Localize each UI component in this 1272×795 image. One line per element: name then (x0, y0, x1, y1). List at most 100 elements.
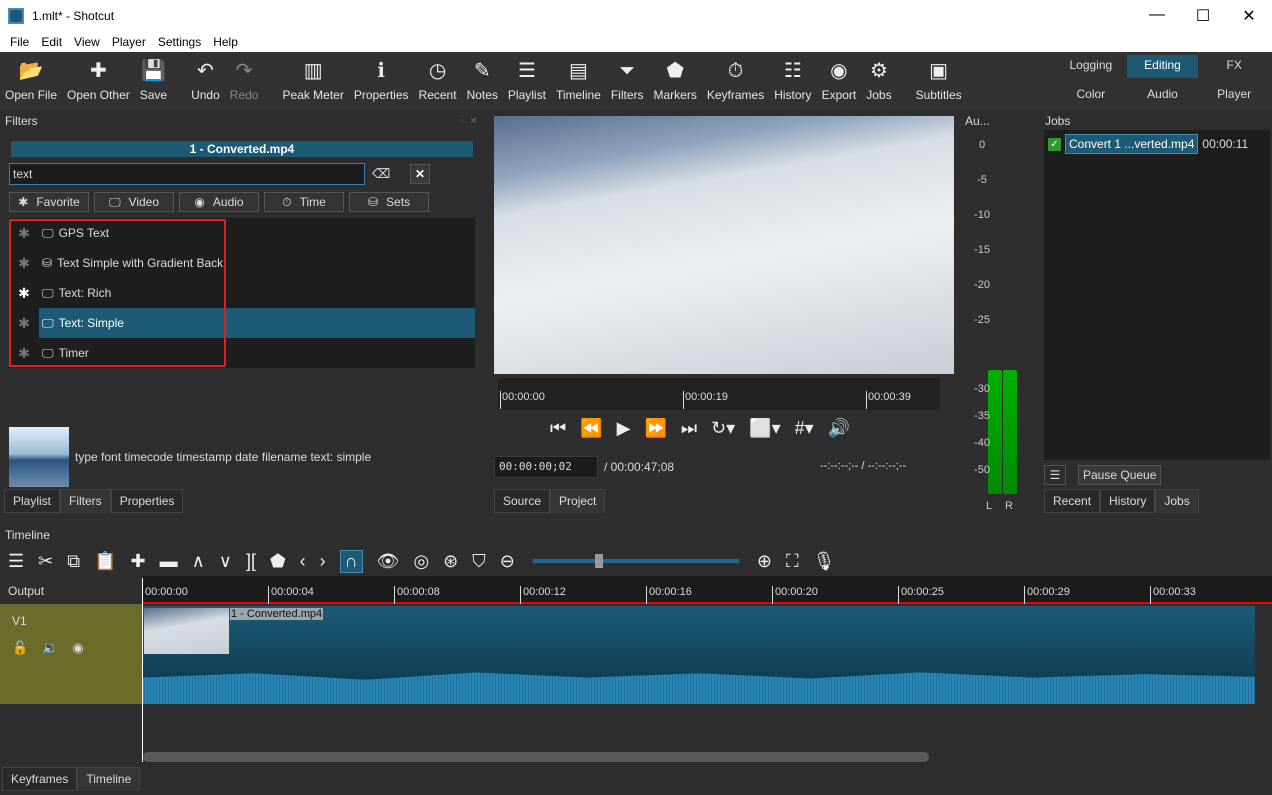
filter-item[interactable]: ✱ 🖵 Text: Simple (9, 308, 475, 338)
category-audio[interactable]: ◉ Audio (179, 192, 259, 212)
menu-player[interactable]: Player (106, 35, 152, 49)
layout-editing[interactable]: Editing (1126, 55, 1199, 78)
paste-icon[interactable]: 📋 (94, 551, 116, 572)
menu-settings[interactable]: Settings (152, 35, 207, 49)
copy-icon[interactable]: ⧉ (67, 551, 80, 572)
timeline-button[interactable]: ▤ Timeline (551, 58, 606, 102)
zoom-out-icon[interactable]: ⊖ (500, 551, 515, 572)
minimize-button[interactable]: — (1134, 6, 1180, 26)
layout-player[interactable]: Player (1198, 84, 1270, 107)
recent-button[interactable]: ◷ Recent (414, 58, 462, 102)
keyframes-button[interactable]: ⏱ Keyframes (702, 58, 769, 102)
ripple-all-icon[interactable]: ⊛ (443, 551, 458, 572)
filters-button[interactable]: ⏷ Filters (606, 58, 649, 102)
grid-icon[interactable]: #▾ (795, 418, 814, 439)
pause-queue-button[interactable]: Pause Queue (1078, 465, 1162, 485)
menu-icon[interactable]: ☰ (8, 551, 24, 572)
layout-logging[interactable]: Logging (1055, 55, 1127, 78)
ripple-icon[interactable]: ◎ (413, 551, 429, 572)
properties-button[interactable]: ℹ Properties (349, 58, 414, 102)
maximize-button[interactable]: ☐ (1180, 6, 1226, 26)
menu-help[interactable]: Help (207, 35, 244, 49)
category-favorite[interactable]: ✱ Favorite (9, 192, 89, 212)
previous-marker-icon[interactable]: ‹ (300, 551, 306, 572)
category-video[interactable]: 🖵 Video (94, 192, 174, 212)
redo-button[interactable]: ↷ Redo (225, 58, 264, 102)
tab-playlist[interactable]: Playlist (4, 489, 61, 513)
tab-source[interactable]: Source (494, 489, 551, 513)
loop-icon[interactable]: ↻▾ (711, 418, 735, 439)
favorite-star-icon[interactable]: ✱ (9, 225, 39, 242)
jobs-menu-button[interactable]: ☰ (1044, 465, 1066, 485)
menu-view[interactable]: View (68, 35, 106, 49)
layout-fx[interactable]: FX (1198, 55, 1270, 78)
scrub-icon[interactable]: 👁 (377, 551, 400, 572)
split-icon[interactable]: ][ (246, 551, 256, 572)
mute-icon[interactable]: 🔉 (42, 640, 58, 656)
player-scrubber[interactable]: 00:00:00 00:00:19 00:00:39 (498, 378, 940, 410)
favorite-star-icon[interactable]: ✱ (9, 315, 39, 332)
play-icon[interactable]: ▶ (617, 418, 631, 439)
save-button[interactable]: 💾 Save (135, 58, 172, 102)
job-row[interactable]: ✓ Convert 1 ...verted.mp4 00:00:11 (1048, 134, 1248, 154)
filter-search-input[interactable] (9, 163, 365, 185)
timeline-ruler[interactable]: 00:00:00 00:00:04 00:00:08 00:00:12 00:00:16… (142, 576, 1272, 604)
volume-icon[interactable]: 🔊 (828, 418, 850, 439)
rewind-icon[interactable]: ⏪ (580, 418, 602, 439)
zoom-slider[interactable] (532, 554, 739, 568)
lift-icon[interactable]: ∧ (192, 551, 205, 572)
next-marker-icon[interactable]: › (320, 551, 326, 572)
horizontal-scrollbar[interactable] (143, 752, 929, 762)
record-audio-icon[interactable]: 🎙 (813, 551, 836, 572)
cut-icon[interactable]: ✂ (38, 551, 53, 572)
filter-item[interactable]: ✱ ⛁ Text Simple with Gradient Back (9, 248, 475, 278)
eye-icon[interactable]: ◉ (72, 640, 83, 656)
menu-file[interactable]: File (4, 35, 35, 49)
tab-keyframes[interactable]: Keyframes (2, 767, 78, 791)
tab-recent[interactable]: Recent (1044, 489, 1101, 513)
playhead[interactable] (142, 578, 143, 762)
menu-edit[interactable]: Edit (35, 35, 68, 49)
zoom-fit-icon[interactable]: ⛶ (786, 551, 799, 572)
jobs-button[interactable]: ⚙ Jobs (861, 58, 896, 102)
favorite-star-icon[interactable]: ✱ (9, 285, 39, 302)
skip-to-start-icon[interactable]: ⏮ (550, 418, 566, 439)
clear-search-icon[interactable]: ⌫ (372, 166, 390, 182)
tab-jobs[interactable]: Jobs (1155, 489, 1199, 513)
ripple-markers-icon[interactable]: ⛉ (472, 551, 486, 572)
skip-to-end-icon[interactable]: ⏭ (681, 418, 697, 439)
snap-magnet-icon[interactable]: ∩ (339, 549, 363, 573)
subtitles-button[interactable]: ▣ Subtitles (911, 58, 967, 102)
playlist-button[interactable]: ☰ Playlist (503, 58, 551, 102)
export-button[interactable]: ◉ Export (817, 58, 862, 102)
zoom-in-icon[interactable]: ⊕ (757, 551, 772, 572)
marker-icon[interactable]: ⬟ (270, 551, 286, 572)
panel-buttons[interactable]: ▫✕ (460, 116, 490, 127)
close-button[interactable]: ✕ (1226, 6, 1272, 26)
favorite-star-icon[interactable]: ✱ (9, 345, 39, 362)
filter-item[interactable]: ✱ 🖵 Text: Rich (9, 278, 475, 308)
filter-item[interactable]: ✱ 🖵 GPS Text (9, 218, 475, 248)
zoom-fit-icon[interactable]: ⬜▾ (749, 418, 780, 439)
history-button[interactable]: ☷ History (769, 58, 816, 102)
append-icon[interactable]: ✚ (131, 551, 146, 572)
markers-button[interactable]: ⬟ Markers (649, 58, 702, 102)
peak-meter-button[interactable]: ▥ Peak Meter (277, 58, 348, 102)
favorite-star-icon[interactable]: ✱ (9, 255, 39, 272)
tab-filters[interactable]: Filters (60, 489, 111, 513)
timecode-input[interactable]: 00:00:00;02 (494, 456, 598, 478)
undo-button[interactable]: ↶ Undo (186, 58, 225, 102)
filter-item[interactable]: ✱ 🖵 Timer (9, 338, 475, 368)
layout-color[interactable]: Color (1055, 84, 1127, 107)
remove-icon[interactable]: ▬ (160, 551, 178, 572)
timeline-clip[interactable]: 1 - Converted.mp4 (142, 606, 1255, 704)
layout-audio[interactable]: Audio (1127, 84, 1199, 107)
category-time[interactable]: ⏱ Time (264, 192, 344, 212)
tab-properties[interactable]: Properties (110, 489, 184, 513)
open-other-button[interactable]: ✚ Open Other (62, 58, 135, 102)
tab-project[interactable]: Project (550, 489, 606, 513)
close-filter-list-button[interactable]: ✕ (410, 164, 430, 184)
category-sets[interactable]: ⛁ Sets (349, 192, 429, 212)
tab-history[interactable]: History (1100, 489, 1156, 513)
notes-button[interactable]: ✎ Notes (462, 58, 503, 102)
